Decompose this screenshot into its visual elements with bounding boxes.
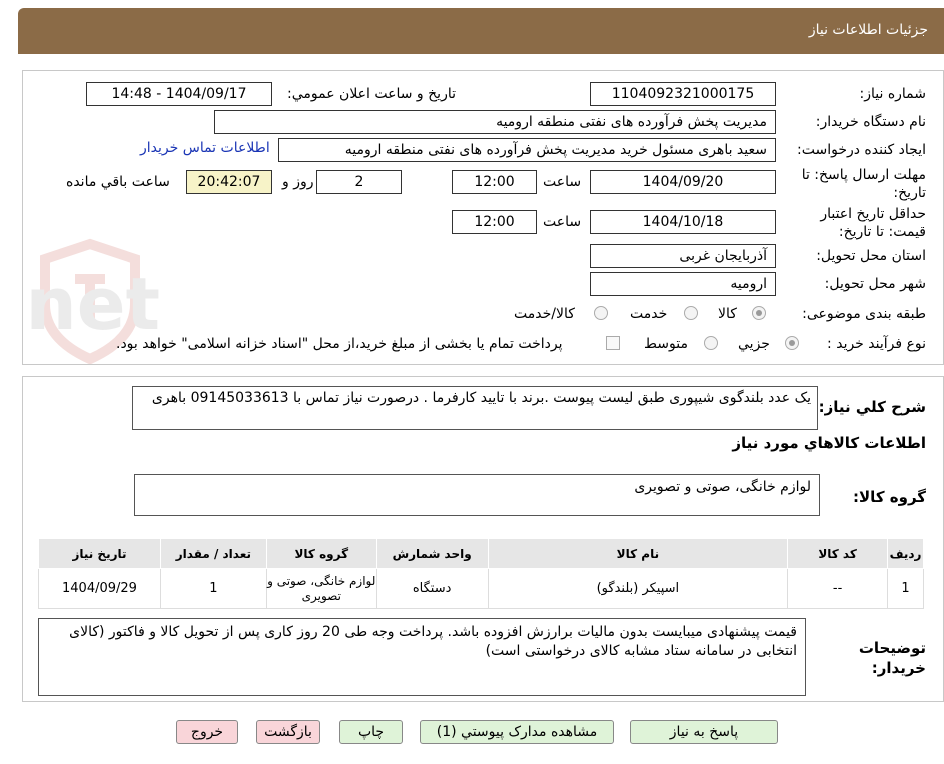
cell-name: اسپیکر (بلندگو)	[487, 568, 789, 609]
description-field[interactable]: یک عدد بلندگوی شیپوری طبق لیست پیوست .بر…	[132, 386, 818, 430]
description-text: یک عدد بلندگوی شیپوری طبق لیست پیوست .بر…	[151, 390, 811, 406]
creator-field: سعید باهری مسئول خرید مدیریت پخش فرآورده…	[278, 138, 776, 162]
reply-button[interactable]: پاسخ به نياز	[630, 720, 778, 744]
category-radio-service[interactable]	[684, 306, 698, 320]
goods-section-title: اطلاعات كالاهاي مورد نياز	[732, 434, 926, 452]
days-label: روز و	[282, 174, 314, 190]
city-label: شهر محل تحويل:	[824, 276, 926, 292]
col-date: تاريخ نياز	[38, 538, 161, 569]
province-field: آذربايجان غربی	[590, 244, 776, 268]
deadline-time-label: ساعت	[543, 174, 582, 190]
col-name: نام کالا	[487, 538, 789, 569]
cell-date: 1404/09/29	[38, 568, 161, 609]
days-field: 2	[316, 170, 402, 194]
buyer-notes-label: توضيحات خريدار:	[858, 639, 926, 677]
validity-time-label: ساعت	[543, 214, 582, 230]
buyer-notes-text: قیمت پیشنهادی میبایست بدون مالیات برارزش…	[69, 624, 797, 659]
treasury-checkbox[interactable]	[606, 336, 620, 350]
category-both-label: کالا/خدمت	[514, 306, 575, 322]
province-label: استان محل تحويل:	[816, 248, 926, 264]
announce-field: 1404/09/17 - 14:48	[86, 82, 272, 106]
process-radio-medium[interactable]	[704, 336, 718, 350]
goods-table-header: رديف کد کالا نام کالا واحد شمارش گروه کا…	[38, 538, 924, 569]
back-button[interactable]: بازگشت	[256, 720, 320, 744]
table-row: 1 -- اسپیکر (بلندگو) دستگاه لوازم خانگی،…	[38, 568, 924, 609]
cell-index: 1	[887, 568, 924, 609]
announce-label: تاریخ و ساعت اعلان عمومي:	[287, 86, 456, 102]
deadline-date-field: 1404/09/20	[590, 170, 776, 194]
deadline-label: مهلت ارسال پاسخ: تا تاريخ:	[801, 167, 926, 201]
process-label: نوع فرآيند خريد :	[827, 336, 926, 352]
need-number-field: 1104092321000175	[590, 82, 776, 106]
col-qty: تعداد / مقدار	[159, 538, 267, 569]
category-radio-goods[interactable]	[752, 306, 766, 320]
goods-table: رديف کد کالا نام کالا واحد شمارش گروه کا…	[38, 538, 924, 609]
validity-date-field: 1404/10/18	[590, 210, 776, 234]
category-label: طبقه بندی موضوعی:	[802, 306, 926, 322]
page-header: جزئیات اطلاعات نیاز	[18, 8, 944, 54]
col-code: کد کالا	[787, 538, 889, 569]
exit-button[interactable]: خروج	[176, 720, 238, 744]
contact-link[interactable]: اطلاعات تماس خريدار	[140, 140, 270, 156]
process-medium-label: متوسط	[644, 336, 688, 352]
col-group: گروه کالا	[265, 538, 377, 569]
cell-unit: دستگاه	[375, 568, 489, 609]
process-radio-minor[interactable]	[785, 336, 799, 350]
deadline-time-field: 12:00	[452, 170, 537, 194]
cell-code: --	[787, 568, 889, 609]
validity-time-field: 12:00	[452, 210, 537, 234]
cell-qty: 1	[159, 568, 267, 609]
validity-label: حداقل تاريخ اعتبار قيمت: تا تاريخ:	[820, 206, 926, 240]
print-button[interactable]: چاپ	[339, 720, 403, 744]
view-docs-button[interactable]: مشاهده مدارک پیوستي (1)	[420, 720, 614, 744]
col-unit: واحد شمارش	[375, 538, 489, 569]
goods-group-field[interactable]: لوازم خانگی، صوتی و تصویری	[134, 474, 820, 516]
buyer-notes-field[interactable]: قیمت پیشنهادی میبایست بدون مالیات برارزش…	[38, 618, 806, 696]
col-index: رديف	[887, 538, 924, 569]
goods-group-label: گروه كالا:	[853, 488, 926, 506]
city-field: ارومیه	[590, 272, 776, 296]
goods-group-text: لوازم خانگی، صوتی و تصویری	[634, 479, 811, 495]
buyer-label: نام دستگاه خريدار:	[815, 114, 926, 130]
cell-group: لوازم خانگی، صوتی و تصویری	[265, 568, 377, 609]
description-label: شرح كلي نياز:	[818, 398, 926, 416]
need-number-label: شماره نیاز:	[859, 86, 927, 102]
creator-label: ايجاد كننده درخواست:	[797, 142, 926, 158]
buyer-field: مدیریت پخش فرآورده های نفتی منطقه ارومیه	[214, 110, 776, 134]
remaining-time-field: 20:42:07	[186, 170, 272, 194]
remaining-label: ساعت باقي مانده	[66, 174, 170, 190]
category-radio-both[interactable]	[594, 306, 608, 320]
process-minor-label: جزيي	[738, 336, 770, 352]
category-goods-label: کالا	[718, 306, 737, 322]
category-service-label: خدمت	[630, 306, 668, 322]
treasury-note: پرداخت تمام يا بخشی از مبلغ خريد،از محل …	[116, 336, 563, 352]
page-title: جزئیات اطلاعات نیاز	[808, 22, 928, 38]
